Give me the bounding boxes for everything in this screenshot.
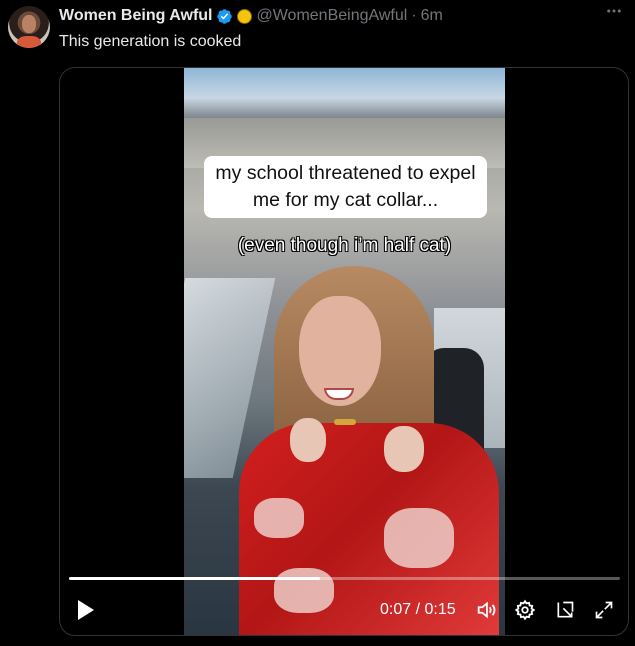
more-dots-icon [607,9,621,13]
tweet-text: This generation is cooked [59,33,242,50]
time-display: 0:07 / 0:15 [380,601,456,619]
settings-gear-icon[interactable] [511,593,539,627]
tweet[interactable]: Women Being Awful @WomenBeingAwful · 6m … [0,0,635,646]
timestamp[interactable]: 6m [421,7,443,25]
cat-collar [334,419,356,425]
avatar-face [22,15,36,33]
handle[interactable]: @WomenBeingAwful [256,7,407,25]
display-name[interactable]: Women Being Awful [59,7,212,25]
duration: 0:15 [424,601,456,618]
volume-icon[interactable] [472,593,500,627]
separator-dot: · [411,7,417,24]
fullscreen-icon[interactable] [590,593,618,627]
avatar-shirt [17,36,41,48]
video-controls: 0:07 / 0:15 [60,593,628,627]
sweater-pattern [254,498,304,538]
video-caption-main: my school threatened to expel me for my … [204,156,487,218]
popout-icon[interactable] [551,593,579,627]
video-player[interactable]: my school threatened to expel me for my … [59,67,629,636]
progress-fill [69,577,320,580]
person-hand-right [384,426,424,472]
progress-bar[interactable] [69,577,620,580]
avatar[interactable] [8,6,50,48]
current-time: 0:07 [380,601,412,618]
tweet-header: Women Being Awful @WomenBeingAwful · 6m [59,6,443,26]
affiliate-badge-icon [237,8,253,24]
more-horizontal-icon[interactable] [603,2,625,24]
sweater-pattern [384,508,454,568]
person-hand-left [290,418,326,462]
verified-badge-icon [217,8,233,24]
video-frame[interactable]: my school threatened to expel me for my … [184,68,505,635]
time-separator: / [411,601,425,618]
video-caption-sub: (even though i’m half cat) [237,235,452,256]
play-icon[interactable] [72,593,100,627]
